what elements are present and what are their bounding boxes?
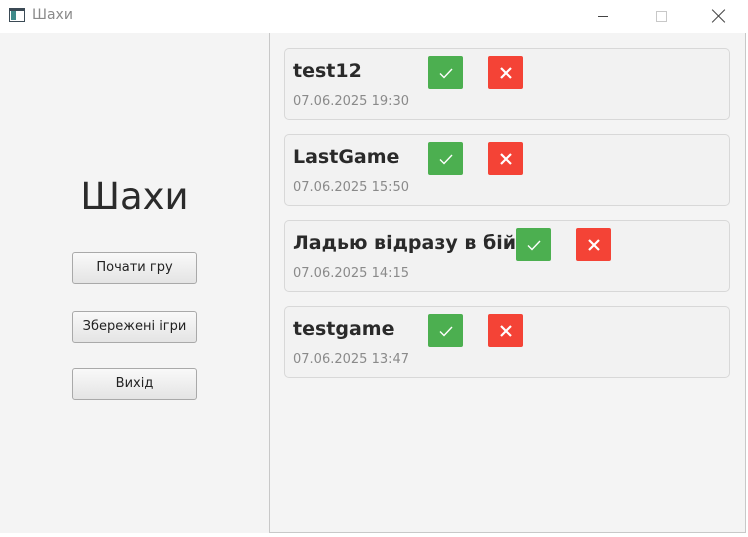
game-date: 07.06.2025 19:30: [293, 94, 410, 109]
delete-game-button[interactable]: [576, 228, 611, 261]
game-date: 07.06.2025 13:47: [293, 352, 410, 367]
cross-icon: [499, 152, 512, 165]
game-date: 07.06.2025 14:15: [293, 266, 410, 281]
saved-game-item: testgame 07.06.2025 13:47: [284, 306, 730, 378]
load-game-button[interactable]: [428, 314, 463, 347]
maximize-button[interactable]: [638, 0, 684, 32]
app-title: Шахи: [80, 175, 189, 218]
check-icon: [439, 326, 453, 337]
close-window-button[interactable]: [696, 0, 742, 32]
maximize-icon: [655, 10, 667, 22]
window-bottom-edge: [0, 533, 748, 537]
load-game-button[interactable]: [428, 142, 463, 175]
cross-icon: [499, 66, 512, 79]
game-name: Ладью відразу в бій: [293, 232, 517, 254]
saved-game-item: Ладью відразу в бій 07.06.2025 14:15: [284, 220, 730, 292]
check-icon: [439, 68, 453, 79]
close-icon: [712, 9, 726, 23]
check-icon: [527, 240, 541, 251]
app-window-icon: [9, 8, 25, 22]
delete-game-button[interactable]: [488, 142, 523, 175]
game-date: 07.06.2025 15:50: [293, 180, 410, 195]
game-name: test12: [293, 60, 362, 82]
cross-icon: [499, 324, 512, 337]
exit-button[interactable]: Вихід: [72, 368, 197, 400]
title-bar: Шахи: [0, 0, 748, 33]
window-title: Шахи: [32, 7, 73, 23]
minimize-icon: [598, 15, 608, 17]
start-game-button[interactable]: Почати гру: [72, 252, 197, 284]
saved-game-item: test12 07.06.2025 19:30: [284, 48, 730, 120]
game-name: testgame: [293, 318, 395, 340]
minimize-button[interactable]: [580, 0, 626, 32]
game-name: LastGame: [293, 146, 400, 168]
check-icon: [439, 154, 453, 165]
load-game-button[interactable]: [428, 56, 463, 89]
saved-games-button[interactable]: Збережені ігри: [72, 311, 197, 343]
delete-game-button[interactable]: [488, 56, 523, 89]
load-game-button[interactable]: [516, 228, 551, 261]
main-menu-pane: Шахи Почати гру Збережені ігри Вихід: [0, 33, 269, 533]
saved-games-list[interactable]: test12 07.06.2025 19:30 LastGame 07.06.2…: [269, 33, 746, 533]
delete-game-button[interactable]: [488, 314, 523, 347]
cross-icon: [587, 238, 600, 251]
saved-game-item: LastGame 07.06.2025 15:50: [284, 134, 730, 206]
